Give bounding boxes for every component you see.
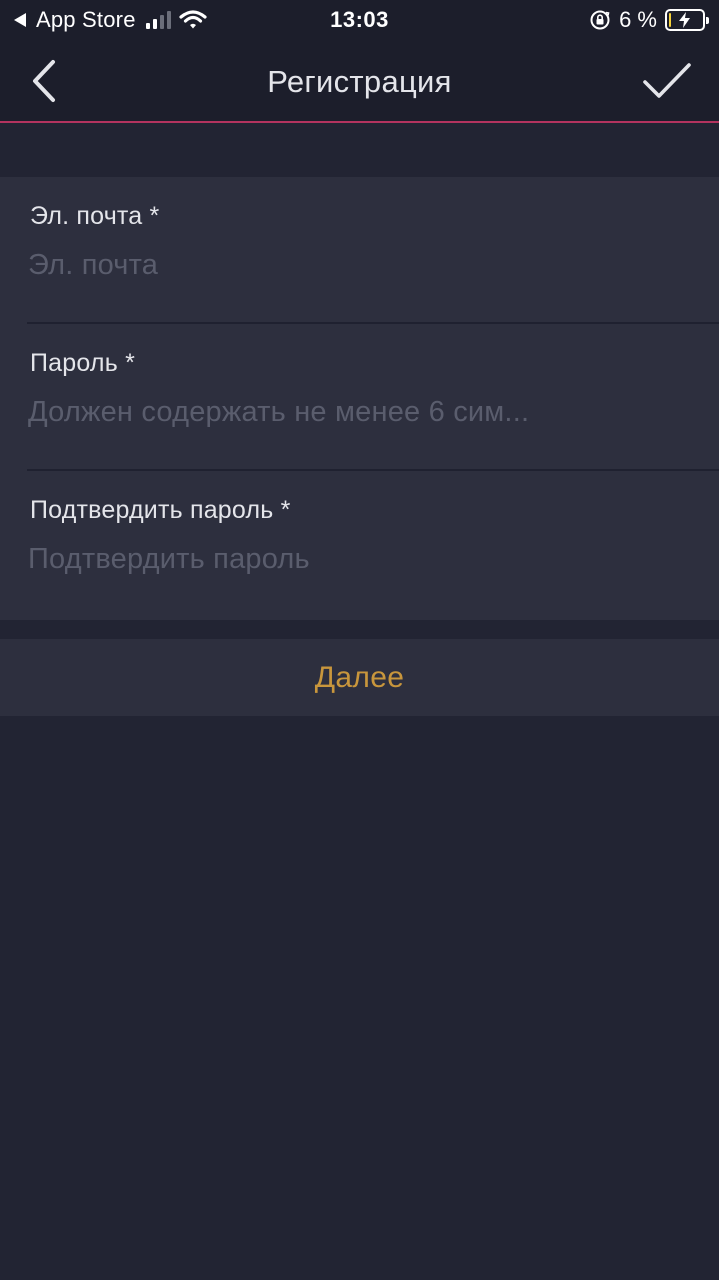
status-bar: App Store 13:03 6 % bbox=[0, 0, 719, 40]
password-input[interactable] bbox=[28, 392, 668, 432]
battery-percent: 6 % bbox=[619, 7, 657, 32]
next-button-label: Далее bbox=[314, 660, 405, 694]
email-input[interactable] bbox=[28, 245, 668, 285]
email-field-row: Эл. почта * bbox=[0, 177, 719, 324]
registration-form: Эл. почта * Пароль * Подтвердить пароль … bbox=[0, 177, 719, 620]
battery-fill bbox=[669, 13, 671, 27]
confirm-password-label: Подтвердить пароль * bbox=[30, 496, 291, 524]
confirm-password-field-row: Подтвердить пароль * bbox=[0, 471, 719, 620]
confirm-password-input[interactable] bbox=[28, 539, 668, 579]
password-field-row: Пароль * bbox=[0, 324, 719, 471]
battery-icon bbox=[665, 9, 709, 31]
password-label: Пароль * bbox=[30, 349, 136, 377]
email-label: Эл. почта * bbox=[30, 202, 160, 230]
status-right: 6 % bbox=[589, 6, 709, 34]
registration-screen: App Store 13:03 6 % Регистрация Эл. почт… bbox=[0, 0, 719, 1280]
confirm-button[interactable] bbox=[639, 56, 695, 106]
charging-bolt-icon bbox=[679, 12, 690, 28]
chevron-left-icon bbox=[33, 60, 55, 102]
page-title: Регистрация bbox=[267, 64, 452, 99]
next-button[interactable]: Далее bbox=[0, 639, 719, 716]
back-button[interactable] bbox=[22, 56, 66, 106]
checkmark-icon bbox=[643, 63, 691, 98]
navigation-bar: Регистрация bbox=[0, 40, 719, 123]
orientation-lock-icon bbox=[590, 10, 610, 30]
